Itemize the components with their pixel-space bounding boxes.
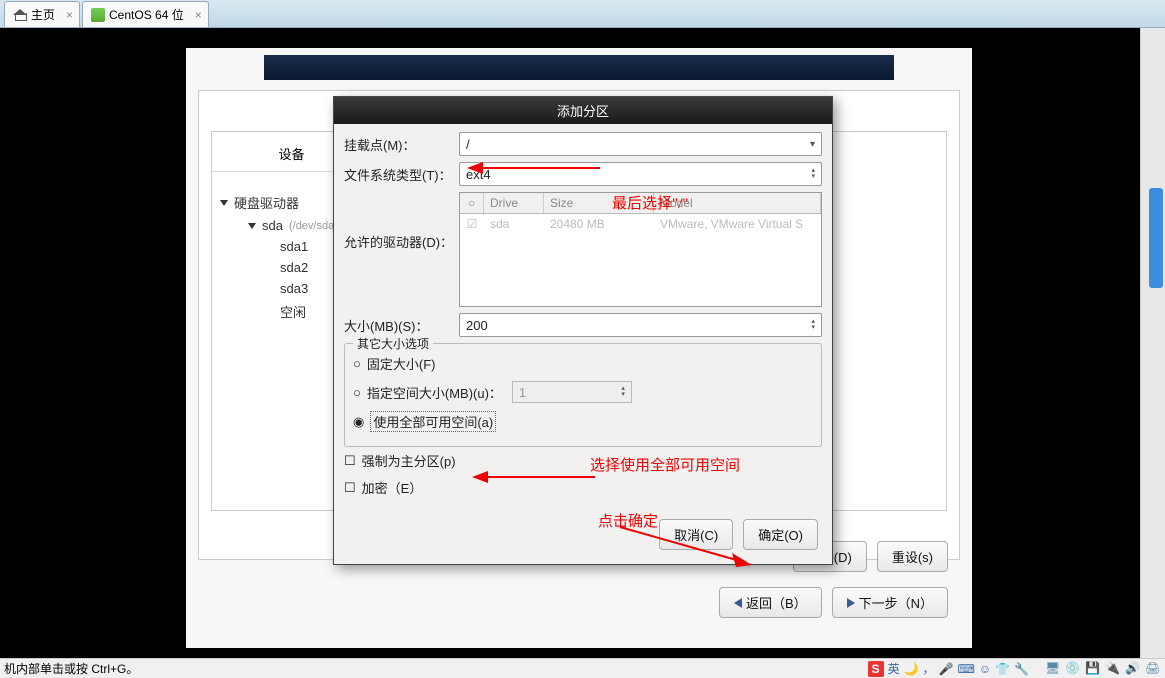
comma-icon[interactable]: ， — [923, 660, 935, 677]
face-icon[interactable]: ☺ — [979, 662, 991, 676]
tab-vm[interactable]: CentOS 64 位 × — [82, 1, 209, 27]
arrow-right-icon — [847, 598, 855, 608]
arrow-left-icon — [734, 598, 742, 608]
tab-home-label: 主页 — [31, 6, 55, 23]
close-icon[interactable]: × — [195, 8, 202, 22]
sogou-ime-icon[interactable]: S — [868, 661, 884, 677]
radio-fillall[interactable]: ◉ 使用全部可用空间(a) — [353, 407, 813, 436]
fstype-value: ext4 — [466, 167, 491, 182]
check-encrypt[interactable]: ☐ 加密（E） — [344, 474, 822, 501]
col-check: ○ — [460, 193, 484, 213]
allowed-drives-table[interactable]: ○ Drive Size Model ☑ sda 20480 MB VMware… — [459, 192, 822, 307]
centos-icon — [91, 8, 105, 22]
size-options-legend: 其它大小选项 — [353, 335, 433, 352]
moon-icon[interactable]: 🌙 — [904, 662, 919, 676]
right-scroll-pane — [1140, 28, 1165, 658]
vmware-tab-bar: 主页 × CentOS 64 位 × — [0, 0, 1165, 28]
keyboard-icon[interactable]: ⌨ — [958, 662, 975, 676]
vm-cd-icon[interactable]: 💿 — [1065, 661, 1081, 677]
chevron-down-icon — [220, 200, 228, 206]
vm-floppy-icon[interactable]: 💾 — [1085, 661, 1101, 677]
col-size: Size — [544, 193, 654, 213]
banner — [264, 55, 894, 80]
dialog-title: 添加分区 — [334, 97, 832, 124]
next-button[interactable]: 下一步（N） — [832, 587, 948, 618]
chevron-down-icon — [248, 223, 256, 229]
col-model: Model — [654, 193, 821, 213]
fillto-input: 1 ▴▾ — [512, 381, 632, 403]
size-label: 大小(MB)(S)： — [344, 316, 459, 335]
chevron-down-icon: ▾ — [810, 139, 815, 150]
nav-buttons: 返回（B） 下一步（N） — [719, 587, 948, 618]
ime-lang[interactable]: 英 — [888, 660, 900, 677]
radio-fillto[interactable]: ○ 指定空间大小(MB)(u)： 1 ▴▾ — [353, 377, 813, 407]
close-icon[interactable]: × — [66, 8, 73, 22]
status-bar: 机内部单击或按 Ctrl+G。 S 英 🌙 ， 🎤 ⌨ ☺ 👕 🔧 🖥 💿 💾 … — [0, 658, 1165, 678]
size-input[interactable]: 200 ▴▾ — [459, 313, 822, 337]
radio-icon: ○ — [353, 356, 361, 371]
vm-sound-icon[interactable]: 🔊 — [1125, 661, 1141, 677]
add-partition-dialog: 添加分区 挂载点(M)： / ▾ 文件系统类型(T)： ext4 ▴▾ 允许的驱… — [333, 96, 833, 565]
vm-printer-icon[interactable]: 🖨 — [1145, 661, 1161, 677]
status-hint: 机内部单击或按 Ctrl+G。 — [4, 660, 138, 677]
radio-icon: ◉ — [353, 414, 364, 430]
fstype-label: 文件系统类型(T)： — [344, 165, 459, 184]
checkbox-icon: ☐ — [344, 453, 356, 469]
tab-vm-label: CentOS 64 位 — [109, 6, 184, 23]
vm-network-icon[interactable]: 🔌 — [1105, 661, 1121, 677]
radio-fixed[interactable]: ○ 固定大小(F) — [353, 350, 813, 377]
shirt-icon[interactable]: 👕 — [995, 662, 1010, 676]
wrench-icon[interactable]: 🔧 — [1014, 662, 1029, 676]
radio-icon: ○ — [353, 385, 361, 400]
size-value: 200 — [466, 318, 488, 333]
drives-label: 允许的驱动器(D)： — [344, 192, 459, 251]
fstype-combo[interactable]: ext4 ▴▾ — [459, 162, 822, 186]
home-icon — [13, 9, 27, 21]
mic-icon[interactable]: 🎤 — [939, 662, 954, 676]
col-drive: Drive — [484, 193, 544, 213]
mount-label: 挂载点(M)： — [344, 135, 459, 154]
ok-button[interactable]: 确定(O) — [743, 519, 818, 550]
scroll-thumb[interactable] — [1149, 188, 1163, 288]
vm-device-icon[interactable]: 🖥 — [1045, 661, 1061, 677]
size-options-group: 其它大小选项 ○ 固定大小(F) ○ 指定空间大小(MB)(u)： 1 ▴▾ ◉… — [344, 343, 822, 447]
check-primary[interactable]: ☐ 强制为主分区(p) — [344, 447, 822, 474]
cancel-button[interactable]: 取消(C) — [659, 519, 733, 550]
mount-combo[interactable]: / ▾ — [459, 132, 822, 156]
back-button[interactable]: 返回（B） — [719, 587, 822, 618]
checkbox-icon: ☐ — [344, 480, 356, 496]
spin-icon: ▴▾ — [811, 319, 815, 331]
drive-row[interactable]: ☑ sda 20480 MB VMware, VMware Virtual S — [460, 214, 821, 234]
tab-home[interactable]: 主页 × — [4, 1, 80, 27]
mount-value: / — [466, 137, 470, 152]
spin-icon: ▴▾ — [811, 168, 815, 180]
reset-button[interactable]: 重设(s) — [877, 541, 948, 572]
